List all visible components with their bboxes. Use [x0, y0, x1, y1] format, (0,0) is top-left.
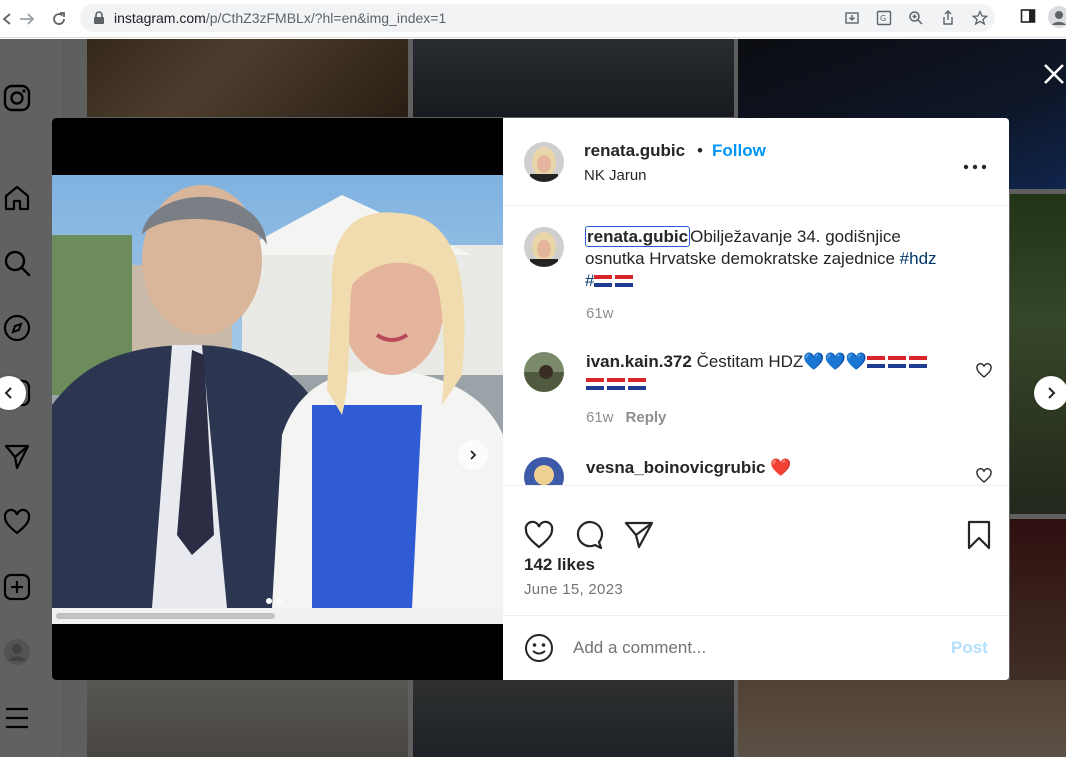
more-icon[interactable] — [963, 158, 987, 170]
author-username[interactable]: renata.gubic — [584, 141, 685, 161]
hashtag-link[interactable]: #hdz — [900, 249, 937, 268]
post-header: renata.gubic • Follow NK Jarun — [503, 118, 1009, 206]
caption-line2: osnutka Hrvatske demokratske zajednice — [585, 249, 900, 268]
post-panel: renata.gubic • Follow NK Jarun renata.gu… — [503, 118, 1009, 680]
carousel-dots — [266, 598, 282, 604]
share-page-icon[interactable] — [939, 9, 957, 27]
comment-body: Čestitam HDZ — [696, 352, 804, 371]
comment-username[interactable]: vesna_boinovicgrubic — [586, 458, 766, 477]
dot-active — [266, 598, 272, 604]
browser-toolbar: instagram.com/p/CthZ3zFMBLx/?hl=en&img_i… — [0, 0, 1066, 38]
red-heart: ❤️ — [770, 458, 792, 477]
hashtag-link[interactable]: # — [585, 271, 594, 290]
side-panel-icon[interactable] — [1020, 8, 1036, 29]
croatian-flag-icon — [586, 378, 604, 390]
comment-text: vesna_boinovicgrubic ❤️ — [586, 457, 966, 479]
likes-count[interactable]: 142 likes — [524, 555, 595, 575]
comments-section[interactable]: renata.gubic Obilježavanje 34. godišnjice… — [503, 207, 1009, 485]
svg-text:G: G — [880, 14, 886, 23]
comment-icon[interactable] — [574, 520, 604, 550]
media-scrollbar[interactable] — [52, 608, 503, 624]
translate-icon[interactable]: G — [875, 9, 893, 27]
avatar[interactable] — [524, 457, 564, 485]
install-app-icon[interactable] — [843, 9, 861, 27]
caption-username[interactable]: renata.gubic — [585, 226, 691, 247]
dot — [276, 598, 282, 604]
avatar[interactable] — [524, 227, 564, 267]
croatian-flag-icon — [594, 275, 613, 287]
post-modal: renata.gubic • Follow NK Jarun renata.gu… — [52, 118, 1009, 680]
next-image-button[interactable] — [458, 440, 488, 470]
comment-meta: 61w Reply — [586, 409, 666, 426]
url-path: /p/CthZ3zFMBLx/?hl=en&img_index=1 — [205, 10, 447, 26]
comment-text: ivan.kain.372 Čestitam HDZ💙💙💙 — [586, 351, 966, 395]
croatian-flag-icon — [887, 356, 906, 368]
bookmark-star-icon[interactable] — [971, 9, 989, 27]
photo-illustration — [52, 175, 503, 608]
post-actions: 142 likes June 15, 2023 — [503, 485, 1009, 615]
post-date: June 15, 2023 — [524, 581, 623, 598]
add-comment-bar: Post — [503, 615, 1009, 680]
url-domain: instagram.com — [114, 10, 206, 26]
comment-like-icon[interactable] — [976, 468, 992, 484]
comment-username[interactable]: ivan.kain.372 — [586, 352, 692, 371]
reply-button[interactable]: Reply — [626, 409, 667, 426]
blue-hearts: 💙💙💙 — [803, 352, 867, 371]
separator-dot: • — [697, 141, 703, 160]
avatar[interactable] — [524, 352, 564, 392]
croatian-flag-icon — [866, 356, 885, 368]
caption-time: 61w — [586, 305, 614, 322]
post-comment-button[interactable]: Post — [951, 638, 988, 658]
comment-input[interactable] — [573, 636, 913, 660]
caption-text: renata.gubic Obilježavanje 34. godišnjice… — [585, 226, 985, 292]
heart-icon[interactable] — [524, 520, 554, 550]
forward-button[interactable] — [14, 6, 40, 32]
location-link[interactable]: NK Jarun — [584, 167, 647, 184]
emoji-icon[interactable] — [524, 633, 554, 663]
avatar[interactable] — [524, 142, 564, 182]
croatian-flag-icon — [615, 275, 634, 287]
caption-line1: Obilježavanje 34. godišnjice — [690, 227, 901, 246]
comment-like-icon[interactable] — [976, 363, 992, 379]
post-photo[interactable] — [52, 175, 503, 608]
share-icon[interactable] — [624, 520, 654, 550]
croatian-flag-icon — [908, 356, 927, 368]
profile-avatar-icon[interactable] — [1048, 6, 1066, 33]
scrollbar-thumb[interactable] — [56, 613, 275, 619]
croatian-flag-icon — [628, 378, 646, 390]
croatian-flag-icon — [607, 378, 625, 390]
save-icon[interactable] — [964, 520, 994, 550]
reload-button[interactable] — [46, 6, 72, 32]
next-post-button[interactable] — [1034, 376, 1066, 410]
zoom-icon[interactable] — [907, 9, 925, 27]
address-bar[interactable]: instagram.com/p/CthZ3zFMBLx/?hl=en&img_i… — [80, 4, 995, 32]
url-text: instagram.com/p/CthZ3zFMBLx/?hl=en&img_i… — [114, 10, 446, 26]
comment-time: 61w — [586, 409, 614, 426]
post-media — [52, 118, 503, 680]
lock-icon — [94, 11, 104, 24]
close-icon[interactable] — [1042, 62, 1066, 86]
follow-button[interactable]: Follow — [712, 141, 766, 161]
